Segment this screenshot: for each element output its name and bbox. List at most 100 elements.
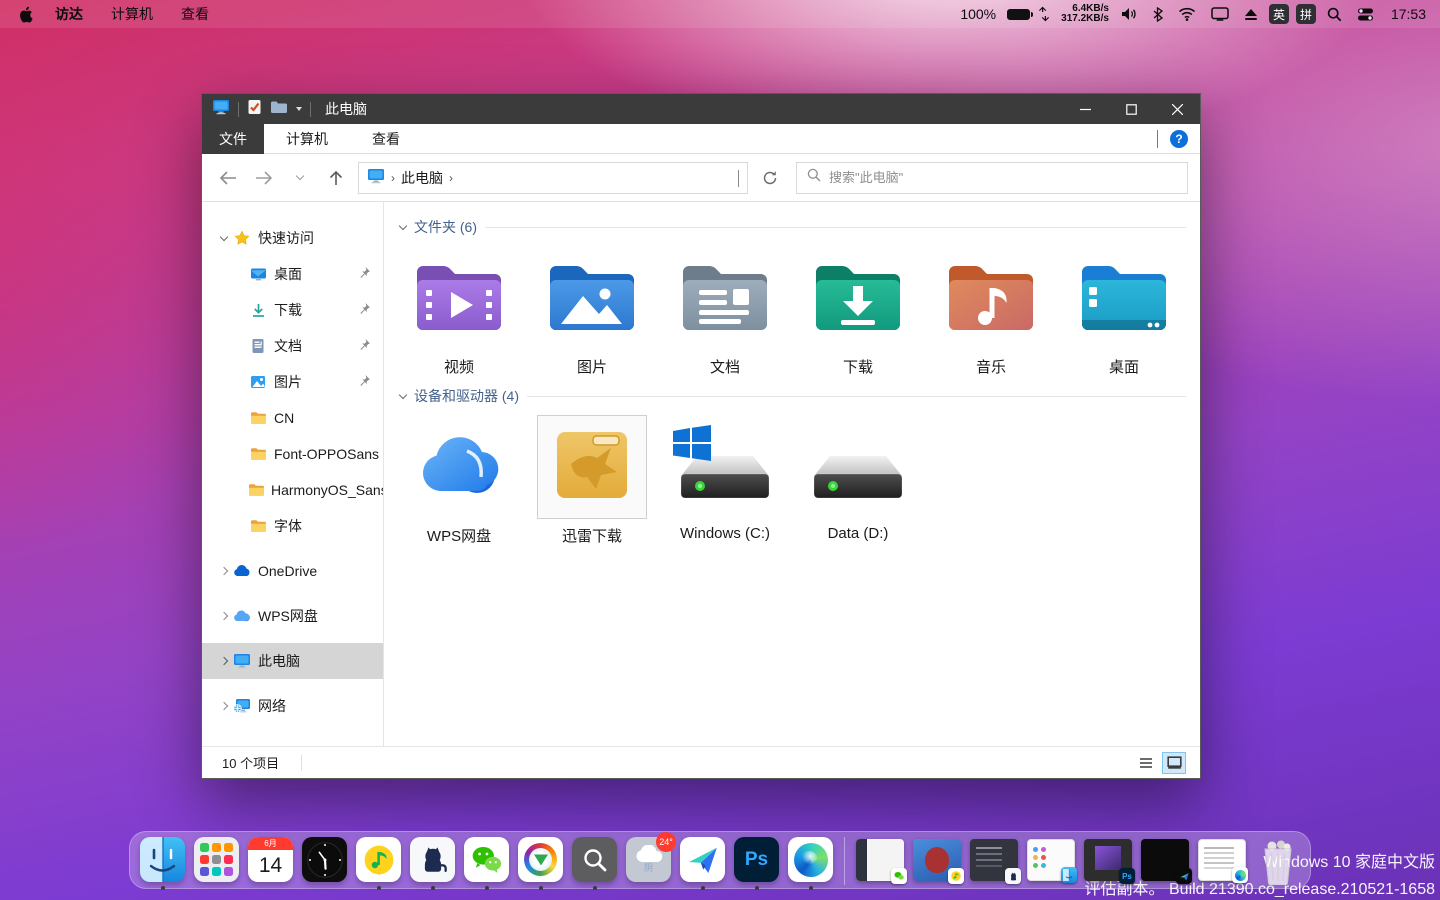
sidebar-item-onedrive[interactable]: OneDrive: [202, 553, 383, 589]
dock-idm[interactable]: [518, 837, 563, 882]
battery-charging-icon[interactable]: [1003, 0, 1027, 28]
breadcrumb[interactable]: 此电脑: [401, 168, 443, 188]
up-button[interactable]: [322, 170, 350, 186]
group-collapse-chevron-icon[interactable]: [399, 221, 407, 229]
expand-chevron-icon[interactable]: [216, 613, 232, 619]
folder-tile-videos[interactable]: 视频: [400, 246, 518, 377]
dock-finder[interactable]: [140, 837, 185, 882]
dock-weather[interactable]: 24° 阴: [626, 837, 671, 882]
menu-bar-clock[interactable]: 17:53: [1385, 6, 1426, 22]
bluetooth-icon[interactable]: [1149, 0, 1167, 28]
folder-tile-music[interactable]: 音乐: [932, 246, 1050, 377]
dock-paper-plane-app[interactable]: [680, 837, 725, 882]
sidebar-item-folder-fonts[interactable]: 字体: [202, 508, 383, 544]
window-titlebar[interactable]: 此电脑: [202, 94, 1200, 124]
minimized-photoshop-window[interactable]: Ps: [1084, 839, 1132, 881]
input-source-pinyin-key[interactable]: 拼: [1296, 4, 1316, 24]
ribbon-expand-caret-icon[interactable]: [1157, 130, 1158, 148]
tab-file[interactable]: 文件: [202, 124, 264, 154]
dock-search-utility[interactable]: [572, 837, 617, 882]
folder-tile-downloads[interactable]: 下载: [799, 246, 917, 377]
minimized-document-window[interactable]: [1198, 839, 1246, 881]
close-button[interactable]: [1154, 94, 1200, 124]
dock-edge[interactable]: [788, 837, 833, 882]
collapse-chevron-icon[interactable]: [216, 237, 232, 240]
breadcrumb-chevron-icon[interactable]: ›: [449, 171, 453, 185]
sidebar-item-this-pc[interactable]: 此电脑: [202, 643, 383, 679]
folders-group-header[interactable]: 文件夹 (6): [400, 216, 1186, 238]
details-view-button[interactable]: [1134, 752, 1158, 774]
hard-drive-icon: [812, 440, 904, 507]
address-dropdown-caret-icon[interactable]: [738, 170, 739, 186]
sidebar-item-network[interactable]: 网络: [202, 688, 383, 724]
dock-cat-app[interactable]: [410, 837, 455, 882]
group-collapse-chevron-icon[interactable]: [399, 390, 407, 398]
volume-icon[interactable]: [1116, 0, 1142, 28]
dock-calendar[interactable]: 6月 14: [248, 837, 293, 882]
dock-trash[interactable]: [1255, 837, 1300, 885]
folder-tile-pictures[interactable]: 图片: [533, 246, 651, 377]
macos-menu-bar: 访达 计算机 查看 100% 6.4KB/s 317.2KB/s: [0, 0, 1440, 28]
sidebar-item-folder-harmonyos-sans[interactable]: HarmonyOS_Sans: [202, 472, 383, 508]
drive-tile-thunder-download[interactable]: 迅雷下载: [533, 415, 651, 546]
dock-photoshop[interactable]: Ps: [734, 837, 779, 882]
minimized-black-window[interactable]: [1141, 839, 1189, 881]
menu-view[interactable]: 查看: [171, 0, 219, 28]
dock-launchpad[interactable]: [194, 837, 239, 882]
display-mirroring-icon[interactable]: [1207, 0, 1233, 28]
search-input[interactable]: [829, 170, 1177, 185]
expand-chevron-icon[interactable]: [216, 703, 232, 709]
help-icon[interactable]: ?: [1170, 130, 1188, 148]
menu-computer[interactable]: 计算机: [101, 0, 163, 28]
large-icons-view-button[interactable]: [1162, 752, 1186, 774]
drive-tile-wps-cloud[interactable]: WPS网盘: [400, 415, 518, 546]
onedrive-cloud-icon: [232, 565, 252, 577]
sidebar-item-folder-cn[interactable]: CN: [202, 400, 383, 436]
maximize-button[interactable]: [1108, 94, 1154, 124]
this-pc-icon: [232, 653, 252, 669]
sidebar-item-pictures[interactable]: 图片: [202, 364, 383, 400]
dock-wechat[interactable]: [464, 837, 509, 882]
drive-tile-windows-c[interactable]: Windows (C:): [666, 415, 784, 546]
drives-group-header[interactable]: 设备和驱动器 (4): [400, 385, 1186, 407]
recent-locations-caret-icon[interactable]: [286, 176, 314, 179]
folder-tile-desktop[interactable]: 桌面: [1065, 246, 1183, 377]
sidebar-item-desktop[interactable]: 桌面: [202, 256, 383, 292]
dock-qq-music[interactable]: [356, 837, 401, 882]
input-source-english-key[interactable]: 英: [1269, 4, 1289, 24]
wifi-icon[interactable]: [1174, 0, 1200, 28]
minimized-dark-window[interactable]: [970, 839, 1018, 881]
dock-clock[interactable]: [302, 837, 347, 882]
sidebar-item-documents[interactable]: 文档: [202, 328, 383, 364]
menu-finder[interactable]: 访达: [45, 0, 93, 28]
drive-tile-data-d[interactable]: Data (D:): [799, 415, 917, 546]
back-button[interactable]: [214, 171, 242, 185]
new-folder-quick-action-icon[interactable]: [270, 100, 288, 119]
network-transfer-arrows-icon[interactable]: [1034, 0, 1054, 28]
expand-chevron-icon[interactable]: [216, 658, 232, 664]
sidebar-item-downloads[interactable]: 下载: [202, 292, 383, 328]
search-box[interactable]: [796, 162, 1188, 194]
sidebar-item-quick-access[interactable]: 快速访问: [202, 220, 383, 256]
apple-menu-icon[interactable]: [14, 0, 37, 28]
address-bar[interactable]: › 此电脑 ›: [358, 162, 748, 194]
eject-icon[interactable]: [1240, 0, 1262, 28]
spotlight-search-icon[interactable]: [1323, 0, 1346, 28]
sidebar-item-folder-font-opposans[interactable]: Font-OPPOSans: [202, 436, 383, 472]
tab-computer[interactable]: 计算机: [264, 124, 350, 154]
sidebar-item-wps-cloud[interactable]: WPS网盘: [202, 598, 383, 634]
minimized-album-art-window[interactable]: [913, 839, 961, 881]
pin-icon: [358, 374, 371, 390]
control-center-icon[interactable]: [1353, 0, 1378, 28]
tab-view[interactable]: 查看: [350, 124, 422, 154]
minimized-finder-window[interactable]: [1027, 839, 1075, 881]
properties-quick-action-icon[interactable]: [247, 99, 262, 120]
folder-tile-documents[interactable]: 文档: [666, 246, 784, 377]
explorer-window: 此电脑 文件 计算机 查看 ?: [201, 93, 1201, 779]
minimize-button[interactable]: [1062, 94, 1108, 124]
qat-customize-caret-icon[interactable]: [296, 107, 302, 111]
minimized-wechat-window[interactable]: [856, 839, 904, 881]
forward-button[interactable]: [250, 171, 278, 185]
refresh-button[interactable]: [756, 170, 784, 186]
expand-chevron-icon[interactable]: [216, 568, 232, 574]
